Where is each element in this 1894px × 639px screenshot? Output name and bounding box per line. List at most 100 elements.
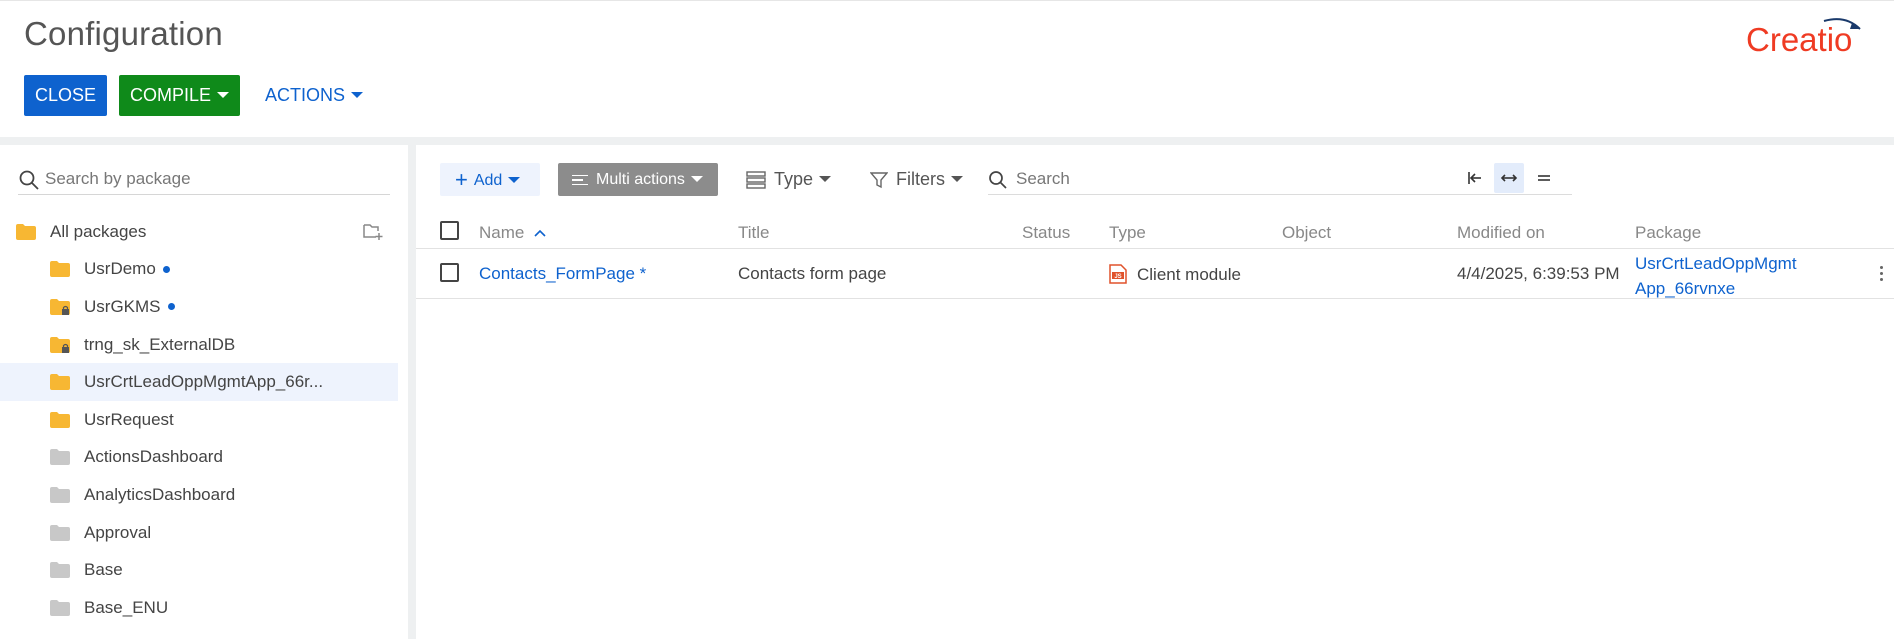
- creatio-logo: Creatio: [1746, 18, 1861, 57]
- chevron-down-icon: [951, 176, 963, 183]
- equals-icon: [1538, 175, 1550, 181]
- schema-name-link[interactable]: Contacts_FormPage *: [479, 264, 646, 284]
- package-item[interactable]: trng_sk_ExternalDB: [0, 326, 398, 364]
- type-filter-button[interactable]: Type: [746, 163, 832, 196]
- chevron-down-icon: [819, 176, 832, 183]
- schema-toolbar: + Add Multi actions Type Filters: [416, 163, 1894, 199]
- package-item-label: Base: [84, 560, 123, 580]
- package-item-label: UsrDemo: [84, 259, 156, 279]
- add-button[interactable]: + Add: [440, 163, 540, 196]
- filters-button[interactable]: Filters: [870, 163, 963, 196]
- expand-width-button[interactable]: [1494, 163, 1524, 193]
- all-packages-label: All packages: [50, 221, 147, 241]
- package-item[interactable]: Base: [0, 551, 398, 589]
- package-item-label: AnalyticsDashboard: [84, 484, 236, 504]
- locked-folder-icon: [50, 298, 70, 315]
- close-button[interactable]: CLOSE: [24, 75, 107, 116]
- sort-ascending-icon: [534, 229, 546, 237]
- folder-icon: [50, 374, 70, 391]
- schema-type: JS Client module: [1109, 264, 1241, 285]
- package-link-line-1: UsrCrtLeadOppMgmt: [1635, 254, 1797, 273]
- compile-button-label: COMPILE: [129, 85, 212, 105]
- filter-icon: [870, 172, 888, 189]
- multi-actions-button[interactable]: Multi actions: [558, 163, 718, 196]
- column-header-package[interactable]: Package: [1635, 223, 1701, 243]
- schema-panel: + Add Multi actions Type Filters Search …: [416, 145, 1894, 639]
- package-item[interactable]: ActionsDashboard: [0, 439, 398, 477]
- layers-icon: [746, 171, 766, 189]
- multi-actions-label: Multi actions: [596, 171, 685, 188]
- package-item[interactable]: Base_ENU: [0, 589, 398, 627]
- more-vertical-icon[interactable]: [1876, 263, 1886, 285]
- column-header-title[interactable]: Title: [738, 223, 770, 243]
- package-item-label: trng_sk_ExternalDB: [84, 334, 236, 354]
- plus-icon: +: [455, 167, 468, 192]
- locked-folder-icon: [50, 336, 70, 353]
- collapse-left-icon: [1468, 172, 1481, 184]
- page-header: Configuration CLOSE COMPILE ACTIONS Crea…: [0, 0, 1894, 137]
- schema-package-link[interactable]: UsrCrtLeadOppMgmt App_66rvnxe: [1635, 251, 1815, 301]
- package-sidebar: All packages UsrDemo UsrGKMS trng_sk_Exter…: [0, 145, 408, 639]
- compile-button[interactable]: COMPILE: [119, 75, 240, 116]
- package-list: All packages UsrDemo UsrGKMS trng_sk_Exter…: [0, 213, 398, 627]
- schema-search-input[interactable]: [1016, 165, 1356, 193]
- column-header-modified-on[interactable]: Modified on: [1457, 223, 1545, 243]
- row-density-button[interactable]: [1529, 163, 1559, 193]
- package-item[interactable]: Approval: [0, 514, 398, 552]
- package-item[interactable]: UsrGKMS: [0, 288, 398, 326]
- js-file-icon: JS: [1109, 264, 1127, 284]
- all-packages-item[interactable]: All packages: [0, 213, 398, 251]
- panel-divider[interactable]: [408, 145, 416, 639]
- close-button-label: CLOSE: [34, 85, 97, 105]
- actions-button[interactable]: ACTIONS: [262, 75, 366, 116]
- package-item-label: UsrGKMS: [84, 296, 161, 316]
- list-icon: [572, 172, 588, 189]
- package-item[interactable]: UsrCrtLeadOppMgmtApp_66r...: [0, 363, 398, 401]
- page-title: Configuration: [24, 15, 223, 52]
- schema-title: Contacts form page: [738, 264, 887, 283]
- schema-modified-on: 4/4/2025, 6:39:53 PM: [1457, 264, 1620, 283]
- collapse-left-button[interactable]: [1460, 163, 1490, 193]
- folder-icon: [16, 223, 36, 240]
- header-separator: [0, 137, 1894, 145]
- folder-icon: [50, 261, 70, 278]
- search-icon: [19, 170, 39, 190]
- expand-horizontal-icon: [1500, 174, 1518, 182]
- folder-icon: [50, 449, 70, 466]
- search-icon: [989, 171, 1007, 189]
- chevron-down-icon: [690, 175, 703, 182]
- folder-icon: [50, 562, 70, 579]
- column-header-name[interactable]: Name: [479, 223, 546, 243]
- column-header-status[interactable]: Status: [1022, 223, 1070, 243]
- chevron-down-icon: [508, 176, 521, 183]
- package-search-input[interactable]: [45, 165, 385, 193]
- modified-indicator-dot: [162, 265, 170, 273]
- schema-type-label: Client module: [1137, 265, 1241, 284]
- modified-indicator-dot: [167, 303, 175, 311]
- row-checkbox[interactable]: [440, 263, 459, 282]
- add-folder-icon[interactable]: [362, 221, 384, 241]
- table-row[interactable]: Contacts_FormPage * Contacts form page J…: [416, 249, 1894, 299]
- folder-icon: [50, 411, 70, 428]
- folder-icon: [50, 486, 70, 503]
- package-item-label: ActionsDashboard: [84, 447, 223, 467]
- select-all-checkbox[interactable]: [440, 221, 459, 240]
- package-item-label: UsrCrtLeadOppMgmtApp_66r...: [84, 372, 324, 392]
- folder-icon: [50, 599, 70, 616]
- package-item[interactable]: UsrRequest: [0, 401, 398, 439]
- actions-button-label: ACTIONS: [264, 85, 345, 105]
- folder-icon: [50, 524, 70, 541]
- grid-header: Name Title Status Type Object Modified o…: [416, 217, 1894, 249]
- package-item[interactable]: AnalyticsDashboard: [0, 476, 398, 514]
- column-header-object[interactable]: Object: [1282, 223, 1331, 243]
- column-header-type[interactable]: Type: [1109, 223, 1146, 243]
- package-item-label: Base_ENU: [84, 597, 169, 617]
- filters-label: Filters: [896, 169, 945, 189]
- svg-text:JS: JS: [1114, 274, 1121, 280]
- chevron-down-icon: [351, 92, 363, 99]
- chevron-down-icon: [217, 92, 230, 99]
- package-item[interactable]: UsrDemo: [0, 251, 398, 289]
- package-item-label: Approval: [84, 522, 152, 542]
- logo-text: Creatio: [1746, 21, 1852, 57]
- type-filter-label: Type: [774, 169, 814, 189]
